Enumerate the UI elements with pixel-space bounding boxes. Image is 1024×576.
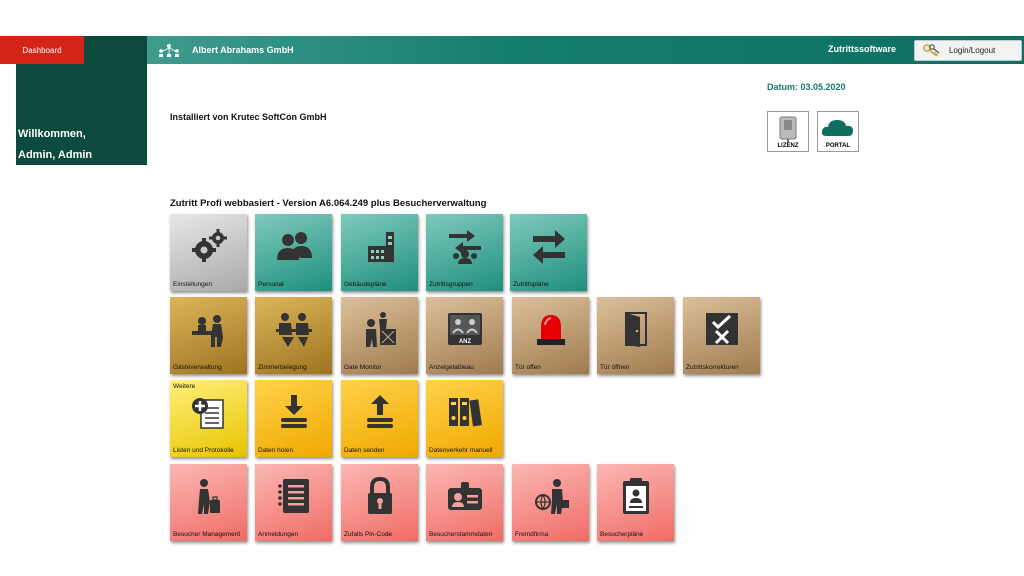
anz-text: ANZ (459, 339, 472, 345)
license-badge[interactable]: LIZENZ (767, 111, 809, 152)
login-label: Login/Logout (949, 46, 996, 55)
tile-label: Zutrittsgruppen (429, 281, 473, 288)
tile-label: Anzeigetableau (429, 364, 474, 371)
tile-label: Daten holen (258, 447, 294, 454)
tile-anmeldungen[interactable]: Anmeldungen (255, 464, 332, 541)
company-header: Albert Abrahams GmbH (158, 41, 294, 59)
tile-besucherplaene[interactable]: Besucherpläne (597, 464, 674, 541)
business-traveler-icon (535, 479, 569, 514)
upload-icon (367, 395, 393, 428)
tile-label: Personal (258, 281, 284, 288)
license-icon (779, 116, 797, 143)
reception-icon (192, 315, 223, 347)
tile-label: Gate Monitor (344, 364, 382, 371)
add-document-icon (192, 398, 224, 429)
swap-arrows-icon (533, 230, 565, 264)
visitor-luggage-icon (198, 479, 220, 514)
binders-icon (449, 398, 482, 427)
tile-label: Anmeldungen (258, 531, 299, 538)
tile-personal[interactable]: Personal (255, 214, 332, 291)
company-name: Albert Abrahams GmbH (192, 45, 294, 55)
tile-label: Besucherstammdaten (429, 531, 493, 538)
welcome-text: Willkommen, Admin, Admin (18, 124, 92, 166)
login-logout-button[interactable]: Login/Logout (914, 40, 1022, 61)
tile-anzeigetableau[interactable]: ANZ Anzeigetableau (426, 297, 503, 374)
tile-label: Tür öffnen (600, 364, 630, 371)
tile-label: Zufalls Pin-Code (344, 531, 393, 538)
tile-fremdfirma[interactable]: Fremdfirma (512, 464, 589, 541)
tile-label: Besucher Management (173, 531, 241, 538)
welcome-line-2: Admin, Admin (18, 149, 93, 161)
building-icon (368, 232, 394, 262)
dashboard-button[interactable]: Dashboard (0, 36, 84, 64)
tile-daten-senden[interactable]: Daten senden (341, 380, 418, 457)
tile-label: Besucherpläne (600, 531, 644, 538)
software-name: Zutrittssoftware (828, 44, 897, 54)
version-title: Zutritt Profi webbasiert - Version A6.06… (170, 198, 487, 209)
room-occupancy-icon (276, 313, 312, 347)
list-icon (278, 479, 309, 513)
alarm-light-icon (537, 315, 565, 345)
open-door-icon (625, 312, 647, 347)
tile-gate-monitor[interactable]: Gate Monitor (341, 297, 418, 374)
check-x-icon (706, 313, 738, 345)
tile-tuer-offen[interactable]: Tür offen (512, 297, 589, 374)
gears-icon (192, 229, 227, 262)
id-card-icon (448, 482, 482, 510)
date-display: Datum: 03.05.2020 (767, 82, 846, 92)
installed-by-text: Installiert von Krutec SoftCon GmbH (170, 112, 327, 122)
download-icon (281, 395, 307, 428)
portal-label: PORTAL (825, 143, 851, 149)
tile-zutrittsgruppen[interactable]: Zutrittsgruppen (426, 214, 503, 291)
tile-label: Zutrittspläne (513, 281, 549, 288)
welcome-line-1: Willkommen, (18, 128, 86, 140)
tile-label: Gebäudepläne (344, 281, 387, 288)
tile-zufalls-pin-code[interactable]: Zufalls Pin-Code (341, 464, 418, 541)
tile-gaesteverwaltung[interactable]: Gästeverwaltung (170, 297, 247, 374)
tile-label: Tür offen (515, 364, 541, 371)
gate-guard-icon (366, 312, 396, 347)
padlock-icon (368, 476, 392, 514)
people-icon (277, 232, 312, 260)
license-label: LIZENZ (777, 143, 799, 149)
cloud-icon (821, 120, 853, 136)
group-arrows-icon (449, 230, 481, 264)
tile-datenverkehr-manuell[interactable]: Datenverkehr manuell (426, 380, 503, 457)
tile-daten-holen[interactable]: Daten holen (255, 380, 332, 457)
tile-zutrittskorrekturen[interactable]: Zutrittskorrekturen (683, 297, 760, 374)
tile-tuer-oeffnen[interactable]: Tür öffnen (597, 297, 674, 374)
clipboard-visitor-icon (623, 478, 649, 514)
tile-label: Daten senden (344, 447, 385, 454)
tile-einstellungen[interactable]: Einstellungen (170, 214, 247, 291)
tile-label: Listen und Protokolle (173, 447, 234, 454)
tile-besucherstammdaten[interactable]: Besucherstammdaten (426, 464, 503, 541)
tile-label: Gästeverwaltung (173, 364, 222, 371)
tile-label: Fremdfirma (515, 531, 549, 538)
tile-gebaeudeplaene[interactable]: Gebäudepläne (341, 214, 418, 291)
portal-badge[interactable]: PORTAL (817, 111, 859, 152)
keys-icon (923, 43, 940, 57)
tile-top-label: Weitere (173, 383, 196, 390)
tile-label: Zimmerbelegung (258, 364, 307, 371)
tile-besucher-management[interactable]: Besucher Management (170, 464, 247, 541)
tile-label: Einstellungen (173, 281, 213, 288)
tile-zutrittsplaene[interactable]: Zutrittspläne (510, 214, 587, 291)
network-icon (159, 44, 179, 57)
display-board-icon: ANZ (448, 313, 482, 345)
tile-label: Zutrittskorrekturen (686, 364, 739, 371)
tile-label: Datenverkehr manuell (429, 447, 493, 454)
tile-listen-protokolle[interactable]: Weitere Listen und Protokolle (170, 380, 247, 457)
tile-zimmerbelegung[interactable]: Zimmerbelegung (255, 297, 332, 374)
